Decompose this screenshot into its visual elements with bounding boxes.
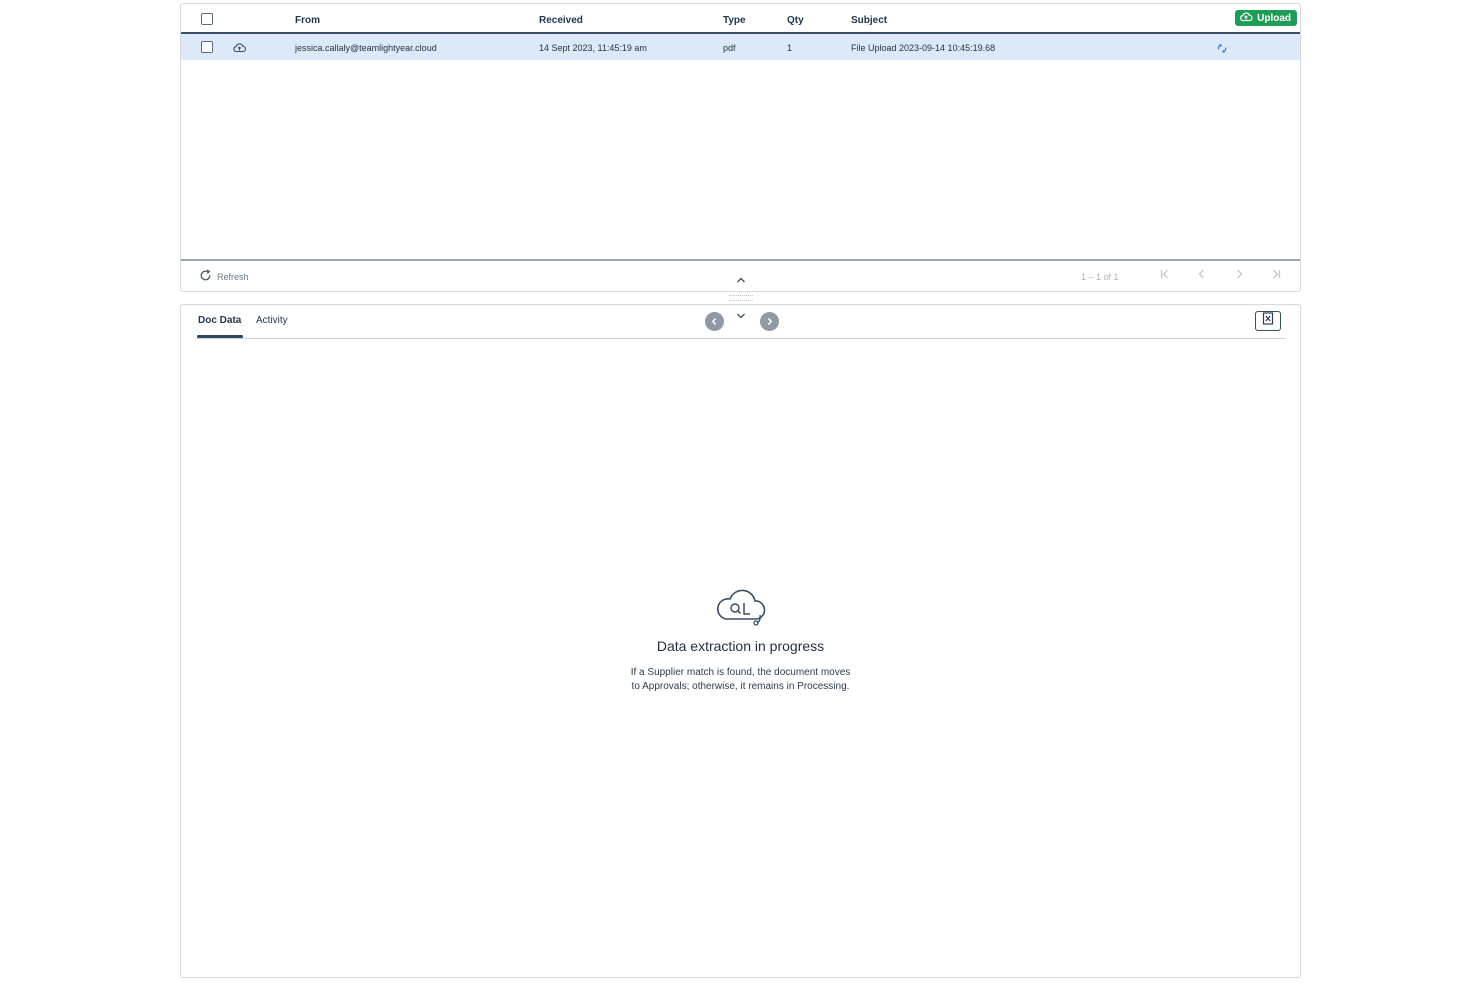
cloud-upload-icon (232, 40, 247, 58)
chevron-left-icon (710, 313, 719, 331)
row-qty: 1 (787, 43, 793, 53)
pagination-range: 1 – 1 of 1 (1081, 272, 1119, 282)
chevron-up-icon (737, 277, 745, 283)
column-header-qty[interactable]: Qty (787, 15, 804, 26)
empty-state-description-line: If a Supplier match is found, the docume… (630, 667, 851, 678)
column-header-from[interactable]: From (295, 15, 320, 26)
empty-state-description: If a Supplier match is found, the docume… (181, 666, 1300, 694)
close-panel-button[interactable] (1255, 311, 1281, 331)
table-row[interactable]: jessica.callaly@teamlightyear.cloud 14 S… (181, 34, 1300, 60)
grid-header: From Received Type Qty Subject Upload (181, 4, 1300, 34)
documents-grid: From Received Type Qty Subject Upload je… (180, 3, 1301, 292)
empty-state-description-line: to Approvals; otherwise, it remains in P… (631, 681, 850, 692)
upload-button-label: Upload (1257, 12, 1291, 24)
previous-document-button[interactable] (705, 312, 724, 331)
last-page-button[interactable] (1267, 267, 1285, 285)
row-checkbox[interactable] (201, 41, 213, 53)
chevron-left-icon (1196, 267, 1208, 285)
sync-icon (1216, 41, 1228, 59)
row-received: 14 Sept 2023, 11:45:19 am (539, 43, 647, 53)
column-header-received[interactable]: Received (539, 15, 583, 26)
select-all-checkbox[interactable] (201, 13, 213, 25)
chevron-right-icon (1233, 267, 1245, 285)
next-page-button[interactable] (1230, 267, 1248, 285)
empty-state-title: Data extraction in progress (656, 638, 825, 654)
refresh-label: Refresh (217, 271, 249, 282)
tab-doc-data[interactable]: Doc Data (198, 315, 241, 326)
chevron-down-icon (737, 313, 745, 319)
close-icon (1262, 312, 1274, 330)
empty-state: Data extraction in progress If a Supplie… (181, 585, 1300, 694)
panel-resize-handle[interactable] (729, 295, 753, 301)
first-page-button[interactable] (1156, 267, 1174, 285)
document-detail-panel: Doc Data Activity Data extraction in pro… (180, 304, 1301, 978)
collapse-up-button[interactable] (733, 273, 749, 291)
active-tab-indicator (197, 335, 243, 338)
expand-down-button[interactable] (733, 309, 749, 327)
cloud-search-icon (712, 585, 770, 632)
next-document-button[interactable] (760, 312, 779, 331)
tab-activity[interactable]: Activity (256, 315, 288, 326)
first-page-icon (1159, 267, 1171, 285)
column-header-subject[interactable]: Subject (851, 15, 887, 26)
row-subject: File Upload 2023-09-14 10:45:19.68 (851, 43, 996, 53)
chevron-right-icon (765, 313, 774, 331)
upload-button[interactable]: Upload (1235, 10, 1297, 26)
refresh-button[interactable]: Refresh (199, 269, 249, 284)
row-from: jessica.callaly@teamlightyear.cloud (295, 43, 437, 53)
row-type: pdf (723, 43, 736, 53)
last-page-icon (1270, 267, 1282, 285)
cloud-upload-icon (1239, 11, 1253, 25)
column-header-type[interactable]: Type (723, 15, 746, 26)
previous-page-button[interactable] (1193, 267, 1211, 285)
refresh-icon (199, 269, 212, 284)
